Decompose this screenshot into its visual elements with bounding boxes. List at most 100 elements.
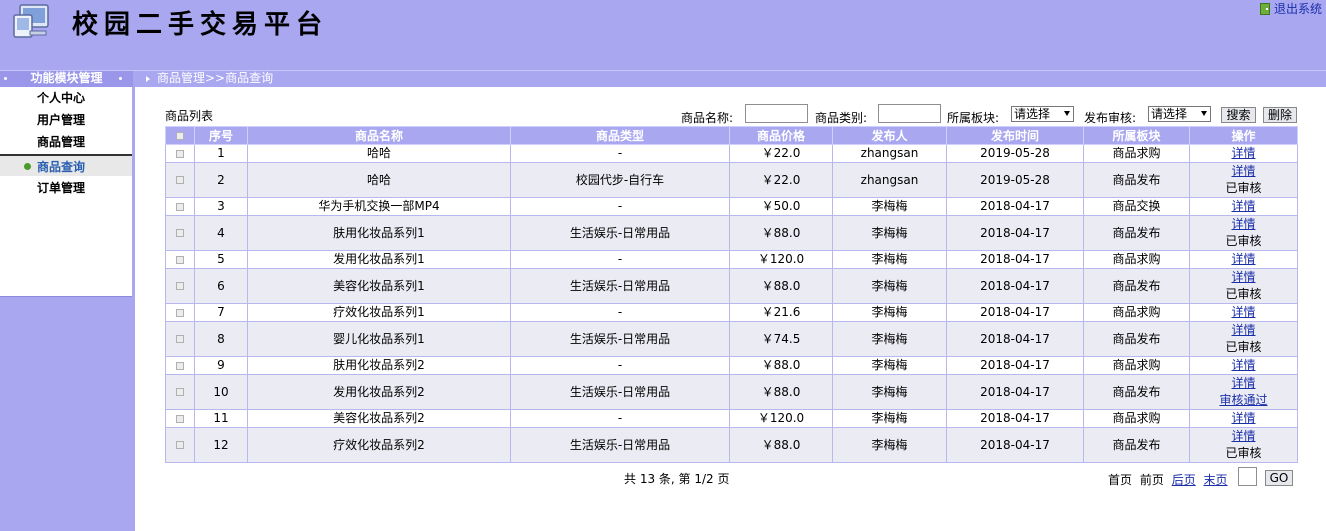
table-row: 1 哈哈 - ￥22.0 zhangsan 2019-05-28 商品求购 详情 xyxy=(165,144,1298,163)
cell-date: 2018-04-17 xyxy=(946,409,1084,428)
cell-type: 生活娱乐-日常用品 xyxy=(510,374,730,410)
cell-type: - xyxy=(510,356,730,375)
delete-button[interactable]: 删除 xyxy=(1263,107,1297,123)
table-row: 12 疗效化妆品系列2 生活娱乐-日常用品 ￥88.0 李梅梅 2018-04-17 商品发… xyxy=(165,427,1298,463)
review-select-value: 请选择 xyxy=(1151,107,1188,121)
column-header: 商品类型 xyxy=(510,126,730,145)
sidebar-menu: 个人中心 用户管理 商品管理 商品查询 订单管理 xyxy=(0,87,132,297)
select-all-header xyxy=(165,126,195,145)
sidebar-item-product-management[interactable]: 商品管理 xyxy=(0,131,132,153)
logout-link-group[interactable]: 退出系统 xyxy=(1259,0,1322,17)
detail-link[interactable]: 详情 xyxy=(1231,146,1255,160)
select-all-checkbox[interactable] xyxy=(176,132,184,140)
section-select[interactable]: 请选择 xyxy=(1011,106,1074,122)
detail-link[interactable]: 详情 xyxy=(1231,429,1255,443)
sidebar-item-personal-center[interactable]: 个人中心 xyxy=(0,87,132,109)
cell-no: 4 xyxy=(194,215,248,251)
cell-section: 商品发布 xyxy=(1083,268,1190,304)
section-label: 所属板块: xyxy=(947,111,1000,125)
section-select-value: 请选择 xyxy=(1014,107,1051,121)
detail-link[interactable]: 详情 xyxy=(1231,305,1255,319)
exit-door-icon xyxy=(1259,2,1270,15)
table-row: 10 发用化妆品系列2 生活娱乐-日常用品 ￥88.0 李梅梅 2018-04-17 商品发… xyxy=(165,374,1298,410)
cell-section: 商品交换 xyxy=(1083,197,1190,216)
cell-action: 详情 已审核 xyxy=(1189,162,1298,198)
detail-link[interactable]: 详情 xyxy=(1231,376,1255,390)
cell-type: - xyxy=(510,197,730,216)
column-header: 序号 xyxy=(194,126,248,145)
row-checkbox[interactable] xyxy=(176,149,184,158)
cell-no: 7 xyxy=(194,303,248,322)
detail-link[interactable]: 详情 xyxy=(1231,411,1255,425)
go-button[interactable]: GO xyxy=(1265,470,1293,486)
cell-type: 生活娱乐-日常用品 xyxy=(510,321,730,357)
review-select[interactable]: 请选择 xyxy=(1148,106,1211,122)
detail-link[interactable]: 详情 xyxy=(1231,323,1255,337)
review-status: 已审核 xyxy=(1225,340,1262,354)
row-checkbox[interactable] xyxy=(176,361,184,370)
cell-price: ￥22.0 xyxy=(729,144,833,163)
cell-section: 商品发布 xyxy=(1083,215,1190,251)
dot-icon xyxy=(4,77,7,80)
cell-date: 2019-05-28 xyxy=(946,162,1084,198)
row-checkbox[interactable] xyxy=(176,282,184,290)
cell-price: ￥88.0 xyxy=(729,215,833,251)
cell-type: 生活娱乐-日常用品 xyxy=(510,427,730,463)
cell-action: 详情 已审核 xyxy=(1189,427,1298,463)
row-checkbox[interactable] xyxy=(176,229,184,237)
cell-type: 生活娱乐-日常用品 xyxy=(510,268,730,304)
column-header: 操作 xyxy=(1189,126,1298,145)
cell-publisher: 李梅梅 xyxy=(832,321,947,357)
product-name-input[interactable] xyxy=(745,104,808,123)
sidebar-item-user-management[interactable]: 用户管理 xyxy=(0,109,132,131)
sidebar-item-product-query[interactable]: 商品查询 xyxy=(0,154,132,176)
row-select-cell xyxy=(165,321,195,357)
detail-link[interactable]: 详情 xyxy=(1231,217,1255,231)
cell-publisher: 李梅梅 xyxy=(832,250,947,269)
detail-link[interactable]: 详情 xyxy=(1231,199,1255,213)
review-label: 发布审核: xyxy=(1084,111,1137,125)
cell-publisher: zhangsan xyxy=(832,162,947,198)
cell-price: ￥22.0 xyxy=(729,162,833,198)
table-row: 5 发用化妆品系列1- ￥120.0 李梅梅 2018-04-17 商品求购 详情 xyxy=(165,250,1298,269)
cell-type: - xyxy=(510,409,730,428)
detail-link[interactable]: 详情 xyxy=(1231,358,1255,372)
row-checkbox[interactable] xyxy=(176,388,184,396)
product-category-input[interactable] xyxy=(878,104,941,123)
row-checkbox[interactable] xyxy=(176,202,184,211)
row-checkbox[interactable] xyxy=(176,335,184,343)
cell-price: ￥74.5 xyxy=(729,321,833,357)
cell-no: 3 xyxy=(194,197,248,216)
cell-price: ￥88.0 xyxy=(729,268,833,304)
search-button[interactable]: 搜索 xyxy=(1221,107,1256,123)
row-select-cell xyxy=(165,268,195,304)
cell-publisher: 李梅梅 xyxy=(832,303,947,322)
detail-link[interactable]: 详情 xyxy=(1231,252,1255,266)
cell-no: 8 xyxy=(194,321,248,357)
detail-link[interactable]: 详情 xyxy=(1231,164,1255,178)
computer-icon xyxy=(13,4,49,38)
review-status: 已审核 xyxy=(1225,181,1262,195)
cell-no: 12 xyxy=(194,427,248,463)
row-checkbox[interactable] xyxy=(176,176,184,184)
next-page-link[interactable]: 后页 xyxy=(1172,473,1196,487)
column-header: 所属板块 xyxy=(1083,126,1190,145)
row-checkbox[interactable] xyxy=(176,441,184,449)
page-number-input[interactable] xyxy=(1238,467,1257,486)
cell-name: 疗效化妆品系列2 xyxy=(247,427,511,463)
cell-no: 6 xyxy=(194,268,248,304)
cell-price: ￥120.0 xyxy=(729,250,833,269)
logout-link[interactable]: 退出系统 xyxy=(1274,0,1322,17)
cell-section: 商品发布 xyxy=(1083,427,1190,463)
last-page-link[interactable]: 末页 xyxy=(1204,473,1228,487)
row-checkbox[interactable] xyxy=(176,414,184,423)
sidebar-item-order-management[interactable]: 订单管理 xyxy=(0,177,132,199)
cell-action: 详情 已审核 xyxy=(1189,268,1298,304)
cell-publisher: 李梅梅 xyxy=(832,356,947,375)
detail-link[interactable]: 详情 xyxy=(1231,270,1255,284)
approve-link[interactable]: 审核通过 xyxy=(1219,393,1267,407)
cell-price: ￥120.0 xyxy=(729,409,833,428)
row-checkbox[interactable] xyxy=(176,255,184,264)
row-checkbox[interactable] xyxy=(176,308,184,317)
cell-type: - xyxy=(510,144,730,163)
